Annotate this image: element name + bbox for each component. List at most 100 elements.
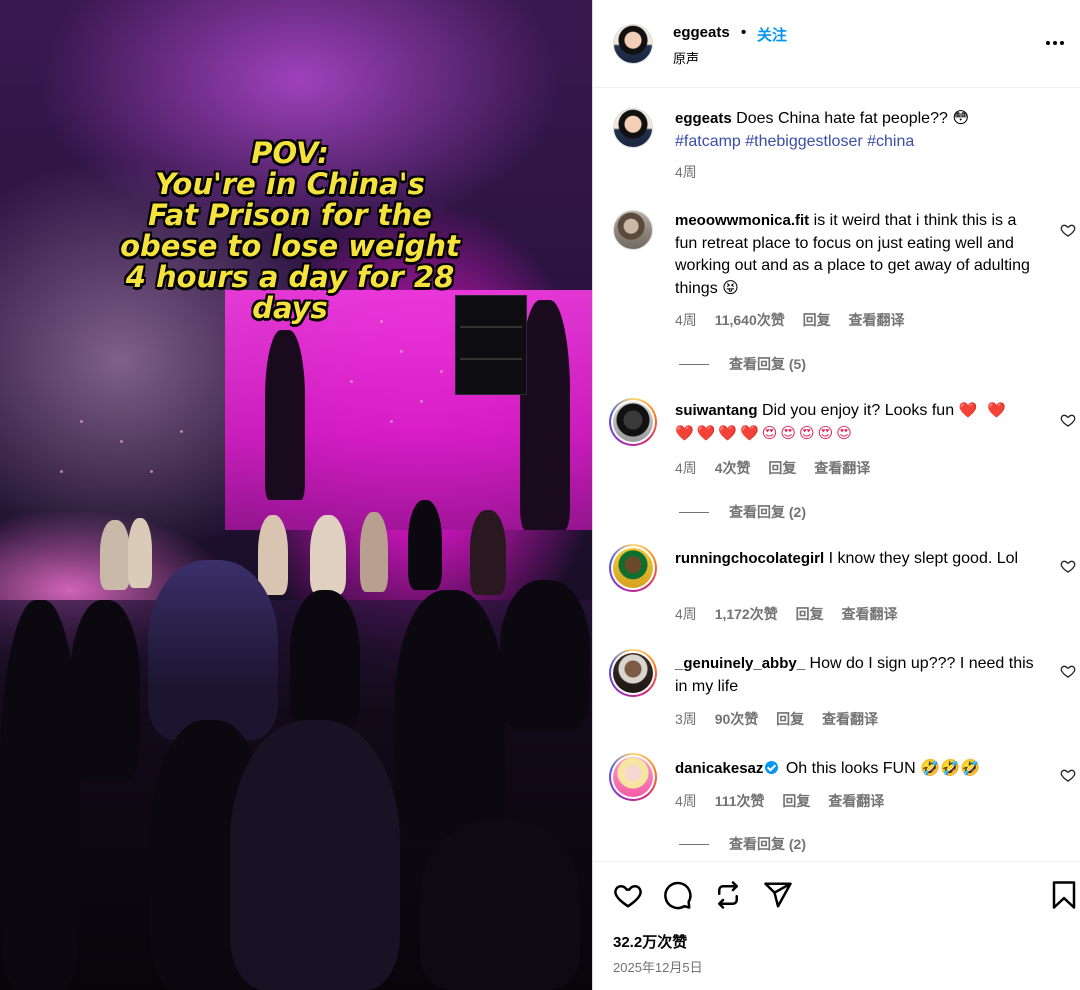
comments-list[interactable]: eggeats Does China hate fat people?? 😳 #… <box>593 88 1080 861</box>
story-ring[interactable] <box>609 753 657 801</box>
rider-figure <box>500 580 590 730</box>
comment-likes[interactable]: 11,640次赞 <box>715 312 785 328</box>
comment-time[interactable]: 4周 <box>675 460 697 476</box>
screen-figure <box>265 330 305 500</box>
instructor-figure <box>100 520 130 590</box>
video-media[interactable]: POV: You're in China's Fat Prison for th… <box>0 0 592 990</box>
rider-figure <box>395 590 505 840</box>
overlay-line: Fat Prison for the <box>148 198 432 232</box>
overlay-line: days <box>252 291 328 325</box>
comment-text: Oh this looks FUN 🤣🤣🤣 <box>785 760 980 777</box>
bookmark-icon[interactable] <box>1049 880 1079 910</box>
commenter-avatar[interactable] <box>613 653 653 693</box>
more-options-icon[interactable] <box>1042 30 1068 56</box>
replies-divider <box>679 363 709 365</box>
instructor-figure <box>128 518 152 588</box>
view-replies-label: 查看回复 (5) <box>729 356 806 372</box>
audio-label[interactable]: 原声 <box>673 48 699 67</box>
caption-text: Does China hate fat people?? 😳 <box>736 110 969 127</box>
reply-button[interactable]: 回复 <box>782 793 810 809</box>
repost-icon[interactable] <box>713 880 743 910</box>
translate-button[interactable]: 查看翻译 <box>842 606 898 622</box>
commenter-avatar[interactable] <box>613 210 653 250</box>
video-caption-overlay: POV: You're in China's Fat Prison for th… <box>40 138 540 324</box>
rider-figure <box>230 720 400 990</box>
instructor-figure <box>310 515 346 595</box>
comment-time[interactable]: 4周 <box>675 793 697 809</box>
view-replies-label: 查看回复 (2) <box>729 836 806 852</box>
instructor-figure <box>258 515 288 595</box>
commenter-avatar[interactable] <box>613 757 653 797</box>
like-comment-heart-icon[interactable] <box>1060 222 1076 238</box>
comment-username[interactable]: suiwantang <box>675 402 758 419</box>
like-comment-heart-icon[interactable] <box>1060 558 1076 574</box>
replies-divider <box>679 511 709 513</box>
story-ring[interactable] <box>609 398 657 446</box>
comment-emoji-line: ❤️❤️❤️❤️😍😍😍😍😍 <box>675 424 855 442</box>
comment-username[interactable]: _genuinely_abby_ <box>675 655 805 672</box>
overlay-line: obese to lose weight <box>120 229 460 263</box>
caption-hashtags[interactable]: #fatcamp #thebiggestloser #china <box>675 133 914 150</box>
comment-time[interactable]: 3周 <box>675 711 697 727</box>
view-replies-button[interactable]: 查看回复 (2) <box>679 502 806 522</box>
overlay-line: POV: <box>251 136 329 170</box>
comment-likes[interactable]: 4次赞 <box>715 460 751 476</box>
like-comment-heart-icon[interactable] <box>1060 767 1076 783</box>
replies-divider <box>679 843 709 845</box>
caption-time[interactable]: 4周 <box>675 164 697 180</box>
comment-username[interactable]: danicakesaz <box>675 760 763 777</box>
translate-button[interactable]: 查看翻译 <box>822 711 878 727</box>
like-comment-heart-icon[interactable] <box>1060 412 1076 428</box>
heart-icon[interactable] <box>613 880 643 910</box>
reply-button[interactable]: 回复 <box>776 711 804 727</box>
comment-emoji: ❤️ ❤️ <box>958 402 1010 419</box>
comment-username[interactable]: runningchocolategirl <box>675 550 824 567</box>
view-replies-label: 查看回复 (2) <box>729 504 806 520</box>
author-avatar[interactable] <box>613 24 653 64</box>
commenter-avatar[interactable] <box>613 548 653 588</box>
caption-username[interactable]: eggeats <box>675 110 732 127</box>
comment-text: I know they slept good. Lol <box>828 550 1019 567</box>
rider-figure <box>70 600 140 780</box>
translate-button[interactable]: 查看翻译 <box>849 312 905 328</box>
comment-likes[interactable]: 1,172次赞 <box>715 606 778 622</box>
post-side-panel: eggeats • 关注 原声 eggeats Does China hate … <box>592 0 1080 990</box>
post-actions: 32.2万次赞 2025年12月5日 <box>593 861 1080 990</box>
comment-time[interactable]: 4周 <box>675 606 697 622</box>
instructor-figure <box>408 500 442 590</box>
reply-button[interactable]: 回复 <box>768 460 796 476</box>
share-icon[interactable] <box>763 880 793 910</box>
post-likes-count[interactable]: 32.2万次赞 <box>613 931 687 952</box>
post-viewer: POV: You're in China's Fat Prison for th… <box>0 0 1080 990</box>
verified-badge-icon <box>765 761 779 774</box>
story-ring[interactable] <box>609 544 657 592</box>
reply-button[interactable]: 回复 <box>803 312 831 328</box>
translate-button[interactable]: 查看翻译 <box>828 793 884 809</box>
comment-likes[interactable]: 90次赞 <box>715 711 759 727</box>
instructor-figure <box>470 510 506 595</box>
post-date[interactable]: 2025年12月5日 <box>613 957 703 976</box>
rider-figure <box>290 590 360 730</box>
comment-text: Did you enjoy it? Looks fun <box>761 402 955 419</box>
screen-figure <box>520 300 570 530</box>
story-ring[interactable] <box>609 649 657 697</box>
comment-icon[interactable] <box>663 880 693 910</box>
reply-button[interactable]: 回复 <box>796 606 824 622</box>
view-replies-button[interactable]: 查看回复 (5) <box>679 354 806 374</box>
header-separator: • <box>741 24 747 41</box>
instructor-figure <box>360 512 388 592</box>
post-header: eggeats • 关注 原声 <box>593 0 1080 88</box>
commenter-avatar[interactable] <box>613 402 653 442</box>
comment-username[interactable]: meoowwmonica.fit <box>675 212 809 229</box>
comment-likes[interactable]: 111次赞 <box>715 793 765 809</box>
translate-button[interactable]: 查看翻译 <box>814 460 870 476</box>
overlay-line: You're in China's <box>155 167 425 201</box>
rider-figure <box>0 600 80 990</box>
caption-avatar[interactable] <box>613 108 653 148</box>
view-replies-button[interactable]: 查看回复 (2) <box>679 834 806 854</box>
overlay-line: 4 hours a day for 28 <box>125 260 455 294</box>
author-username[interactable]: eggeats <box>673 24 730 41</box>
follow-button[interactable]: 关注 <box>757 24 787 45</box>
like-comment-heart-icon[interactable] <box>1060 663 1076 679</box>
comment-time[interactable]: 4周 <box>675 312 697 328</box>
